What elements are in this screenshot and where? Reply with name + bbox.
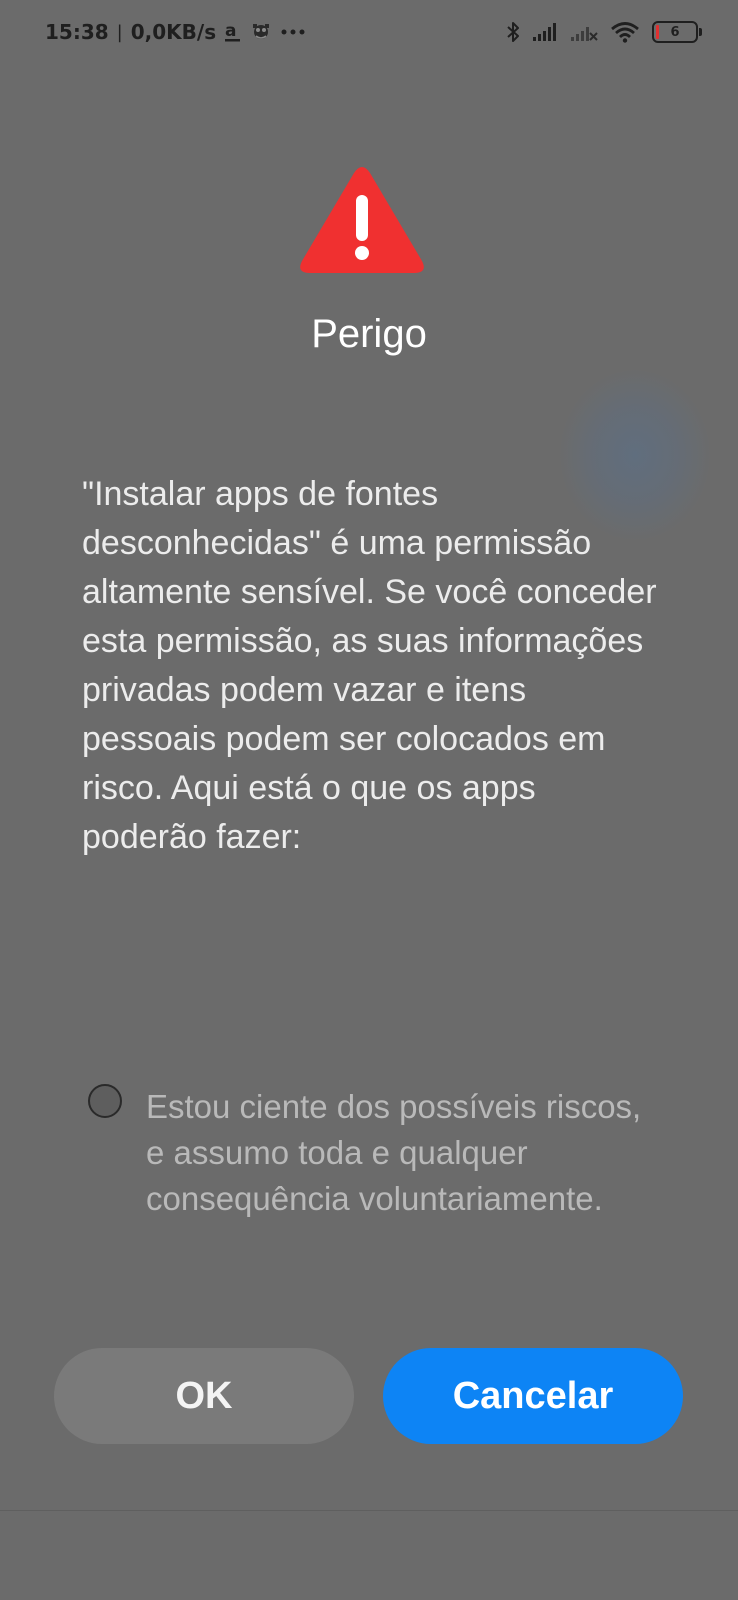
status-bar-right: 6 — [506, 20, 702, 44]
screen: 15:38 | 0,0KB/s a 6 Perigo "Instalar app… — [0, 0, 738, 1600]
battery-level-bar — [656, 25, 659, 39]
signal-nosim-icon — [570, 22, 598, 42]
clock: 15:38 — [45, 20, 109, 44]
battery-icon: 6 — [652, 21, 702, 43]
app-icon — [250, 21, 272, 43]
consent-label[interactable]: Estou ciente dos possíveis riscos, e ass… — [146, 1084, 658, 1222]
ok-button[interactable]: OK — [54, 1348, 354, 1444]
battery-level: 6 — [670, 24, 680, 40]
consent-row[interactable]: Estou ciente dos possíveis riscos, e ass… — [88, 1084, 658, 1222]
dialog-message: "Instalar apps de fontes desconhecidas" … — [82, 475, 657, 856]
more-icon — [280, 28, 306, 36]
status-bar-left: 15:38 | 0,0KB/s a — [45, 20, 306, 44]
dialog-title: Perigo — [311, 312, 427, 356]
wifi-icon — [610, 21, 640, 43]
network-speed: 0,0KB/s — [130, 20, 217, 44]
bluetooth-icon — [506, 20, 520, 44]
consent-radio[interactable] — [88, 1084, 122, 1118]
cancel-button[interactable]: Cancelar — [383, 1348, 683, 1444]
signal-icon — [532, 22, 558, 42]
svg-text:a: a — [225, 21, 236, 41]
warning-icon — [298, 165, 426, 277]
amazon-icon: a — [224, 21, 242, 43]
nav-divider — [0, 1510, 738, 1511]
status-bar: 15:38 | 0,0KB/s a 6 — [0, 0, 738, 70]
status-separator: | — [116, 21, 123, 43]
